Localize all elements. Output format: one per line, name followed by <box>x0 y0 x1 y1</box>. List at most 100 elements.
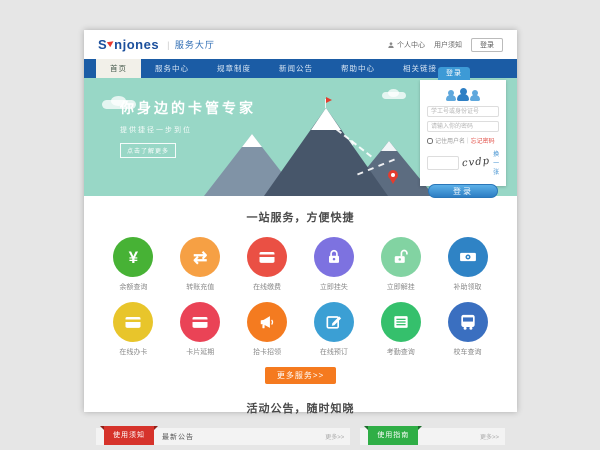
service-item-label: 卡片延期 <box>167 347 234 357</box>
tab-latest-announcements[interactable]: 最新公告 <box>162 432 194 442</box>
login-options-row: 记住用户名 | 忘记密码 <box>427 136 499 145</box>
header-actions: 个人中心 用户须知 登录 <box>387 38 503 52</box>
service-item-label: 拾卡招领 <box>234 347 301 357</box>
hero-cta-button[interactable]: 点击了解更多 <box>120 143 176 158</box>
remember-label: 记住用户名 <box>435 136 465 145</box>
captcha-image[interactable]: cvdp <box>462 156 491 169</box>
service-item[interactable]: 拾卡招领 <box>234 302 301 357</box>
unlock-icon <box>391 247 411 267</box>
nav-item-service-center[interactable]: 服务中心 <box>141 59 203 78</box>
announcement-group-right: 使用指南 更多>> <box>360 428 505 445</box>
logo-divider: | <box>167 40 170 50</box>
transfer-icon: ⇄ <box>193 249 207 266</box>
service-item[interactable]: 在线预订 <box>300 302 367 357</box>
announcements-section: 活动公告，随时知晓 使用须知 最新公告 更多>> 使用指南 更多>> <box>84 400 517 445</box>
header: Snjones | 服务大厅 个人中心 用户须知 登录 <box>84 30 517 59</box>
personal-center-link[interactable]: 个人中心 <box>387 40 425 50</box>
logo-prefix: S <box>98 37 107 52</box>
remember-checkbox[interactable] <box>427 138 433 144</box>
user-notice-link[interactable]: 用户须知 <box>434 40 462 50</box>
service-item-label: 校车查询 <box>434 347 501 357</box>
service-item[interactable]: 补助领取 <box>434 237 501 292</box>
service-icon-circle[interactable] <box>448 302 488 342</box>
card-icon <box>190 312 210 332</box>
services-row-1: ¥ 余额查询 ⇄ 转账充值 在线缴费 立即挂失 立即解挂 补助领取 <box>84 237 517 292</box>
service-item-label: 考勤查询 <box>367 347 434 357</box>
service-item-label: 补助领取 <box>434 282 501 292</box>
logo-suffix: njones <box>114 37 159 52</box>
services-section: 一站服务，方便快捷 ¥ 余额查询 ⇄ 转账充值 在线缴费 立即挂失 立即解挂 补… <box>84 209 517 384</box>
service-item[interactable]: 校车查询 <box>434 302 501 357</box>
nav-item-home[interactable]: 首页 <box>96 59 141 78</box>
service-item[interactable]: 在线缴费 <box>234 237 301 292</box>
service-icon-circle[interactable] <box>180 302 220 342</box>
nav-item-regulations[interactable]: 规章制度 <box>203 59 265 78</box>
service-icon-circle[interactable] <box>381 302 421 342</box>
tab-usage-notice[interactable]: 使用须知 <box>104 426 154 445</box>
service-item[interactable]: 立即挂失 <box>300 237 367 292</box>
captcha-input[interactable] <box>427 156 459 170</box>
hero-subtitle: 提供捷径一步到位 <box>120 125 256 135</box>
service-item-label: 立即解挂 <box>367 282 434 292</box>
service-item[interactable]: 立即解挂 <box>367 237 434 292</box>
logo: Snjones | 服务大厅 <box>98 37 215 52</box>
card-icon <box>257 247 277 267</box>
service-icon-circle[interactable] <box>247 237 287 277</box>
login-panel-tab[interactable]: 登录 <box>438 67 470 80</box>
user-icon <box>387 41 395 49</box>
hero-title: 你身边的卡管专家 <box>120 98 256 118</box>
service-icon-circle[interactable] <box>448 237 488 277</box>
service-icon-circle[interactable] <box>113 302 153 342</box>
password-input[interactable] <box>427 121 499 132</box>
hero-text: 你身边的卡管专家 提供捷径一步到位 点击了解更多 <box>120 98 256 158</box>
username-input[interactable] <box>427 106 499 117</box>
service-item[interactable]: 在线办卡 <box>100 302 167 357</box>
service-icon-circle[interactable] <box>314 302 354 342</box>
nav-item-help-center[interactable]: 帮助中心 <box>327 59 389 78</box>
service-item-label: 转账充值 <box>167 282 234 292</box>
more-link-right[interactable]: 更多>> <box>480 432 499 441</box>
service-icon-circle[interactable] <box>247 302 287 342</box>
service-item[interactable]: ¥ 余额查询 <box>100 237 167 292</box>
service-item[interactable]: ⇄ 转账充值 <box>167 237 234 292</box>
users-group-icon <box>444 85 482 101</box>
flag-icon <box>326 97 332 103</box>
service-item-label: 立即挂失 <box>300 282 367 292</box>
login-submit-button[interactable]: 登录 <box>428 184 498 198</box>
login-panel: 记住用户名 | 忘记密码 cvdp 换一张 登录 <box>420 80 506 186</box>
forgot-password-link[interactable]: 忘记密码 <box>471 136 495 145</box>
captcha-refresh-link[interactable]: 换一张 <box>493 149 499 176</box>
list-icon <box>391 312 411 332</box>
header-login-button[interactable]: 登录 <box>471 38 503 52</box>
service-item[interactable]: 考勤查询 <box>367 302 434 357</box>
card-icon <box>123 312 143 332</box>
more-services-button[interactable]: 更多服务>> <box>265 367 336 384</box>
site-page: Snjones | 服务大厅 个人中心 用户须知 登录 首页 服务中心 规章制度… <box>84 30 517 412</box>
lock-icon <box>324 247 344 267</box>
yuan-icon: ¥ <box>129 249 138 266</box>
services-row-2: 在线办卡 卡片延期 拾卡招领 在线预订 考勤查询 校车查询 <box>84 302 517 357</box>
nav-item-news[interactable]: 新闻公告 <box>265 59 327 78</box>
service-item-label: 在线缴费 <box>234 282 301 292</box>
map-pin-icon <box>388 170 398 180</box>
service-icon-circle[interactable]: ⇄ <box>180 237 220 277</box>
megaphone-icon <box>257 312 277 332</box>
banknote-icon <box>458 247 478 267</box>
service-item[interactable]: 卡片延期 <box>167 302 234 357</box>
announcement-tabs-row: 使用须知 最新公告 更多>> 使用指南 更多>> <box>84 428 517 445</box>
services-title: 一站服务，方便快捷 <box>84 209 517 225</box>
product-name: 服务大厅 <box>175 38 215 51</box>
service-icon-circle[interactable] <box>314 237 354 277</box>
service-icon-circle[interactable] <box>381 237 421 277</box>
tab-usage-guide[interactable]: 使用指南 <box>368 426 418 445</box>
announcement-group-left: 使用须知 最新公告 更多>> <box>96 428 350 445</box>
announcements-title: 活动公告，随时知晓 <box>84 400 517 416</box>
service-item-label: 余额查询 <box>100 282 167 292</box>
captcha-row: cvdp 换一张 <box>427 149 499 176</box>
service-item-label: 在线办卡 <box>100 347 167 357</box>
bus-icon <box>458 312 478 332</box>
edit-icon <box>324 312 344 332</box>
more-link-left[interactable]: 更多>> <box>325 432 344 441</box>
service-item-label: 在线预订 <box>300 347 367 357</box>
service-icon-circle[interactable]: ¥ <box>113 237 153 277</box>
